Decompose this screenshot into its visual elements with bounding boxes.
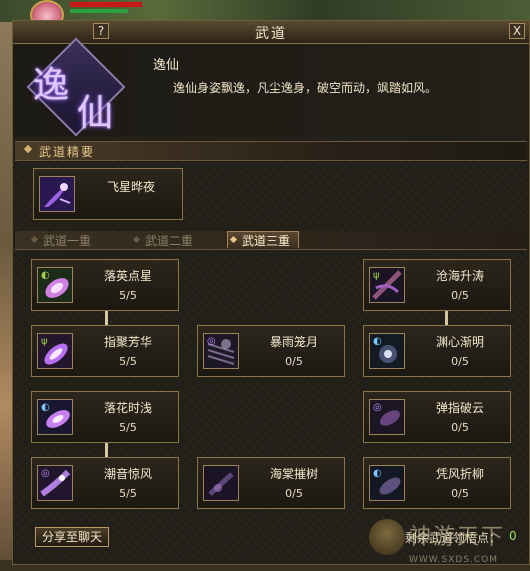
skill-name: 暴雨笼月	[269, 335, 318, 349]
skill-name: 落英点星	[103, 269, 152, 283]
emblem-char-1: 逸	[33, 65, 70, 106]
star-comet-icon	[39, 176, 75, 212]
connector-line	[445, 311, 448, 325]
purple-mist-icon: ◎	[203, 333, 239, 369]
tab-tier-1[interactable]: 武道一重	[29, 232, 91, 248]
skill-name: 潮音惊风	[103, 467, 152, 481]
skill-level: 0/5	[451, 355, 469, 368]
purple-mist-icon: ◐	[369, 465, 405, 501]
tier-tabs: 武道一重 武道二重 武道三重	[15, 231, 527, 250]
hp-bar	[70, 2, 142, 7]
mascot-icon	[369, 519, 405, 555]
emblem-char-2: 仙	[77, 93, 114, 134]
skill-level: 5/5	[119, 355, 137, 368]
class-name: 逸仙	[153, 58, 180, 73]
rune-icon: ◎	[373, 402, 382, 413]
skill-level: 5/5	[119, 289, 137, 302]
skill-card-pingfeng[interactable]: ◐ 凭风折柳 0/5	[363, 457, 511, 509]
connector-line	[105, 311, 108, 325]
skill-card-chaoyin[interactable]: ◎ 潮音惊风 5/5	[31, 457, 179, 509]
skill-name: 海棠摧树	[269, 467, 318, 481]
essence-skill-card[interactable]: 飞星晔夜	[33, 168, 183, 220]
skill-name: 落花时浅	[103, 401, 152, 415]
share-to-chat-button[interactable]: 分享至聊天	[35, 527, 109, 547]
skill-level: 0/5	[451, 487, 469, 500]
skill-level: 5/5	[119, 421, 137, 434]
rune-icon: ψ	[373, 270, 380, 281]
rune-icon: ◎	[41, 468, 50, 479]
purple-petal-icon: ◐	[37, 267, 73, 303]
skill-level: 0/5	[451, 289, 469, 302]
skill-level: 0/5	[285, 487, 303, 500]
purple-petal-icon: ◎	[37, 465, 73, 501]
skill-level: 0/5	[285, 355, 303, 368]
skill-card-tanzhi[interactable]: ◎ 弹指破云 0/5	[363, 391, 511, 443]
class-header: 逸 仙 逸仙 逸仙身姿飘逸，凡尘逸身，破空而动，飒踏如风。	[13, 37, 529, 137]
remaining-points-label: 剩余武道领悟点：	[405, 531, 502, 545]
skill-card-canghai[interactable]: ψ 沧海升涛 0/5	[363, 259, 511, 311]
class-emblem: 逸 仙	[19, 37, 139, 137]
purple-petal-icon: ◐	[37, 399, 73, 435]
diamond-icon	[23, 144, 33, 154]
skill-name: 沧海升涛	[435, 269, 484, 283]
tab-tier-2[interactable]: 武道二重	[131, 232, 193, 248]
essence-skill-name: 飞星晔夜	[106, 180, 155, 194]
game-scene-left	[0, 22, 12, 571]
close-button[interactable]: X	[509, 23, 525, 39]
rune-icon: ◐	[41, 270, 50, 281]
purple-mist-icon: ◐	[369, 333, 405, 369]
watermark-url: WWW.SXDS.COM	[409, 555, 499, 565]
skill-card-baoyu[interactable]: ◎ 暴雨笼月 0/5	[197, 325, 345, 377]
title-bar[interactable]: ? 武道 X	[13, 21, 529, 44]
purple-mist-icon: ψ	[369, 267, 405, 303]
rune-icon: ◐	[373, 468, 382, 479]
purple-mist-icon	[203, 465, 239, 501]
purple-petal-icon: ψ	[37, 333, 73, 369]
tab-tier-3[interactable]: 武道三重	[227, 231, 300, 248]
window-title: 武道	[255, 26, 287, 42]
mp-bar	[70, 9, 128, 13]
skill-level: 5/5	[119, 487, 137, 500]
martial-arts-window: ? 武道 X 逸 仙 逸仙 逸仙身姿飘逸，凡尘逸身，破空而动，飒踏如风。 武道精…	[12, 20, 530, 565]
remaining-points-value: 0	[509, 529, 517, 543]
rune-icon: ◐	[41, 402, 50, 413]
skill-level: 0/5	[451, 421, 469, 434]
class-description: 逸仙身姿飘逸，凡尘逸身，破空而动，飒踏如风。	[173, 81, 438, 95]
skill-name: 渊心渐明	[435, 335, 484, 349]
rune-icon: ◎	[207, 336, 216, 347]
essence-section-title: 武道精要	[39, 145, 96, 159]
essence-section-header: 武道精要	[15, 141, 527, 161]
skill-name: 弹指破云	[435, 401, 484, 415]
skill-card-luohua[interactable]: ◐ 落花时浅 5/5	[31, 391, 179, 443]
rune-icon: ψ	[41, 336, 48, 347]
skill-card-haitang[interactable]: 海棠摧树 0/5	[197, 457, 345, 509]
skill-card-luoying[interactable]: ◐ 落英点星 5/5	[31, 259, 179, 311]
skill-name: 凭风折柳	[435, 467, 484, 481]
skill-name: 指聚芳华	[103, 335, 152, 349]
skill-card-zhiju[interactable]: ψ 指聚芳华 5/5	[31, 325, 179, 377]
rune-icon: ◐	[373, 336, 382, 347]
skill-card-yuanxin[interactable]: ◐ 渊心渐明 0/5	[363, 325, 511, 377]
purple-mist-icon: ◎	[369, 399, 405, 435]
connector-line	[105, 443, 108, 457]
